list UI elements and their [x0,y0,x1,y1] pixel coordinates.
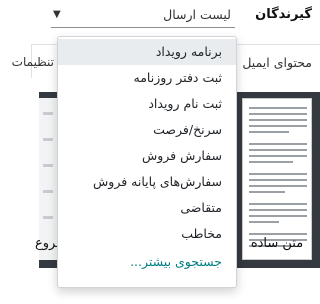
dropdown-item-contact[interactable]: مخاطب [58,221,236,247]
dropdown-search-more[interactable]: جستجوی بیشتر... [58,249,236,275]
dropdown-item-event-registration[interactable]: ثبت نام رویداد [58,91,236,117]
dropdown-item-pos-orders[interactable]: سفارش‌های پایانه فروش [58,169,236,195]
dropdown-item-journal-entry[interactable]: ثبت دفتر روزنامه [58,65,236,91]
tab-settings-label: تنظیمات [11,55,54,69]
dropdown-item-sales-order[interactable]: سفارش فروش [58,143,236,169]
recipients-label: گیرندگان [255,7,312,22]
recipients-field-row: گیرندگان لیست ارسال ▼ [39,0,320,32]
dropdown-item-event-schedule[interactable]: برنامه رویداد [58,39,236,65]
recipients-select[interactable]: لیست ارسال ▼ [51,2,235,28]
dropdown-item-lead-opportunity[interactable]: سرنخ/فرصت [58,117,236,143]
tab-mail-body-label: محتوای ایمیل [242,55,312,70]
dropdown-item-applicant[interactable]: متقاضی [58,195,236,221]
recipients-select-value: لیست ارسال [163,7,231,22]
tab-mail-body[interactable]: محتوای ایمیل [231,44,320,78]
chevron-down-icon: ▼ [53,9,61,20]
template-plain-text-label: متن ساده [250,236,304,251]
recipients-dropdown-menu: برنامه رویداد ثبت دفتر روزنامه ثبت نام ر… [57,36,237,288]
